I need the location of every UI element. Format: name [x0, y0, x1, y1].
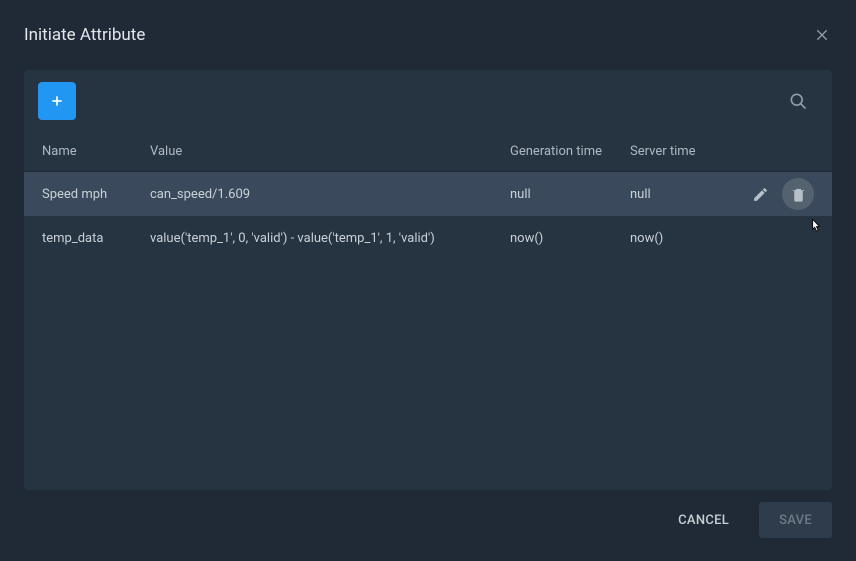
pencil-icon — [752, 186, 769, 203]
header-value: Value — [150, 144, 510, 159]
cell-server-time: now() — [630, 231, 730, 246]
attribute-table: Name Value Generation time Server time S… — [24, 132, 832, 490]
table-header: Name Value Generation time Server time — [24, 132, 832, 172]
close-icon — [814, 27, 830, 43]
save-button[interactable]: SAVE — [759, 502, 832, 538]
cell-generation-time: null — [510, 187, 630, 202]
table-row[interactable]: temp_data value('temp_1', 0, 'valid') - … — [24, 216, 832, 260]
dialog-title: Initiate Attribute — [24, 25, 145, 45]
toolbar — [24, 70, 832, 132]
cancel-button[interactable]: CANCEL — [658, 502, 749, 538]
header-name: Name — [42, 144, 150, 159]
search-button[interactable] — [786, 89, 810, 113]
cell-generation-time: now() — [510, 231, 630, 246]
table-row[interactable]: Speed mph can_speed/1.609 null null — [24, 172, 832, 216]
delete-button[interactable] — [782, 178, 814, 210]
cell-server-time: null — [630, 187, 730, 202]
dialog: Initiate Attribute Name Value Generation… — [0, 0, 856, 561]
content-panel: Name Value Generation time Server time S… — [24, 70, 832, 490]
header-server-time: Server time — [630, 144, 730, 159]
cell-value: can_speed/1.609 — [150, 187, 510, 202]
dialog-header: Initiate Attribute — [24, 0, 832, 70]
row-actions — [730, 178, 814, 210]
plus-icon — [49, 93, 65, 109]
trash-icon — [790, 186, 807, 203]
cell-name: temp_data — [42, 231, 150, 246]
header-generation-time: Generation time — [510, 144, 630, 159]
cell-value: value('temp_1', 0, 'valid') - value('tem… — [150, 231, 510, 246]
add-button[interactable] — [38, 82, 76, 120]
close-button[interactable] — [812, 25, 832, 45]
dialog-footer: CANCEL SAVE — [24, 490, 832, 550]
cell-name: Speed mph — [42, 187, 150, 202]
edit-button[interactable] — [744, 178, 776, 210]
search-icon — [788, 91, 808, 111]
